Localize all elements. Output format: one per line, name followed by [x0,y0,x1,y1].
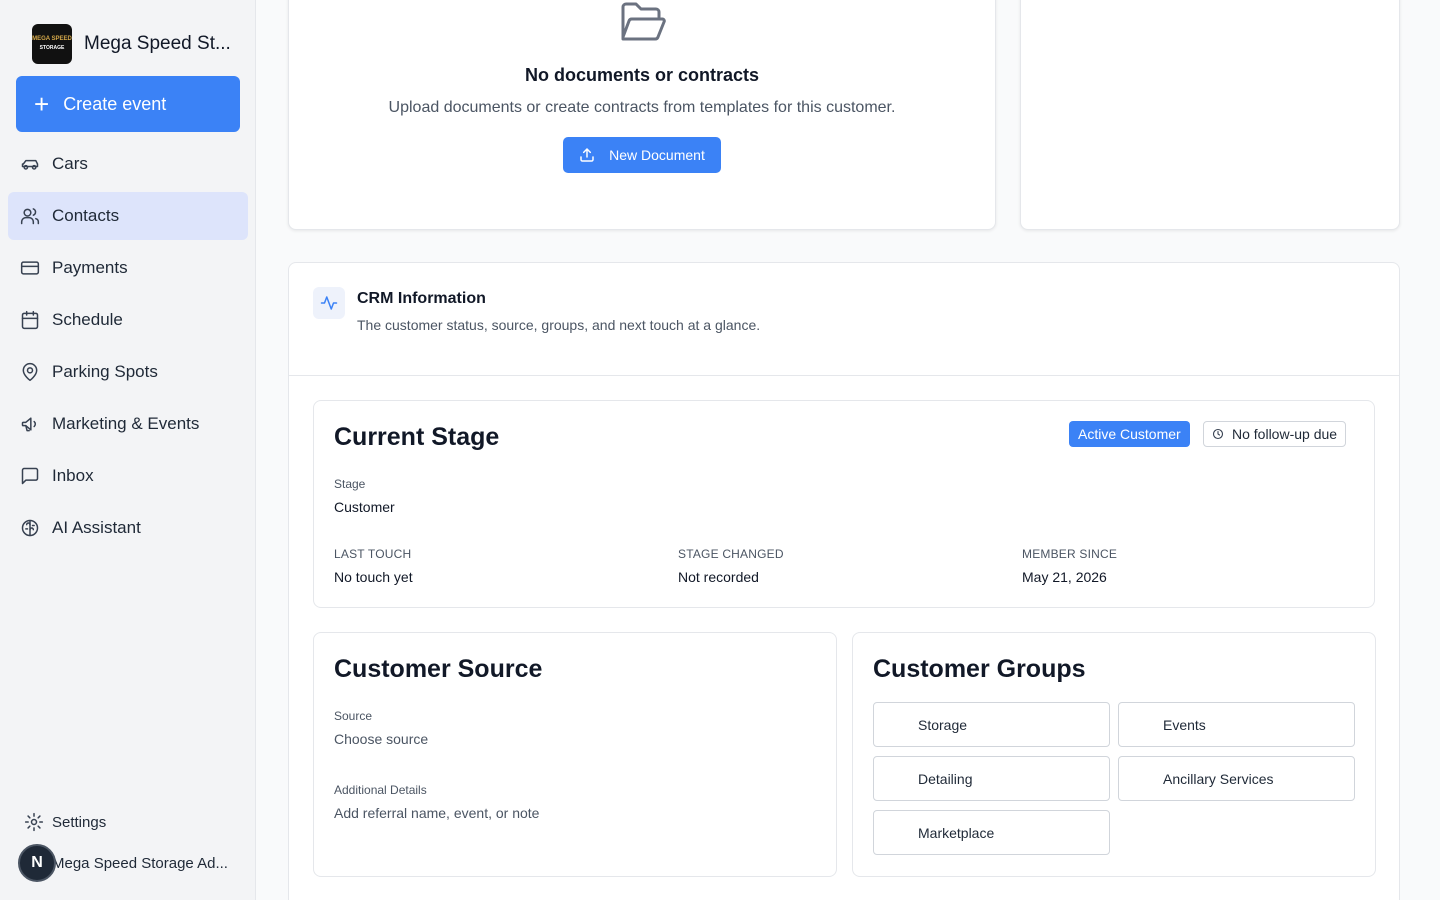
empty-state-title: No documents or contracts [524,65,760,85]
folder-open-icon [621,2,666,41]
credit-card-icon [20,261,40,275]
plus-icon: + [34,89,50,119]
megaphone-icon [21,417,37,432]
message-square-icon [21,467,39,485]
new-document-label: New Document [609,147,705,163]
sidebar-item-schedule[interactable]: Schedule [8,296,248,344]
sidebar-item-label: Payments [52,258,128,277]
group-option-events[interactable]: Events [1118,702,1355,747]
customer-source-card: Customer Source Source Choose source Add… [313,632,837,877]
followup-badge: No follow-up due [1203,421,1347,447]
customer-groups-card: Customer Groups Storage Events Detailing… [852,632,1376,877]
sidebar: MEGA SPEED STORAGE Mega Speed St... + Cr… [0,0,256,900]
brand-logo: MEGA SPEED STORAGE [32,24,72,64]
member-since-value: May 21, 2026 [1022,569,1107,585]
car-icon [21,159,39,170]
source-select[interactable]: Choose source [334,731,428,747]
avatar: N [18,844,56,882]
sidebar-item-ai-assistant[interactable]: AI Assistant [8,504,248,552]
stage-changed-value: Not recorded [678,569,759,585]
group-option-storage[interactable]: Storage [873,702,1110,747]
new-document-button[interactable]: New Document [563,137,721,173]
member-since-label: MEMBER SINCE [1022,547,1118,561]
sidebar-item-contacts[interactable]: Contacts [8,192,248,240]
sidebar-item-label: Parking Spots [52,362,158,381]
customer-groups-heading: Customer Groups [873,655,1086,683]
crm-title: CRM Information [357,290,486,307]
activity-icon [313,287,345,319]
sidebar-item-payments[interactable]: Payments [8,244,248,292]
group-option-ancillary-services[interactable]: Ancillary Services [1118,756,1355,801]
sidebar-item-inbox[interactable]: Inbox [8,452,248,500]
current-stage-card: Current Stage Active Customer No follow-… [313,400,1375,608]
users-icon [20,208,40,225]
map-pin-icon [22,362,38,382]
settings-link[interactable]: Settings [24,812,106,832]
side-panel-card [1020,0,1400,230]
sidebar-item-parking-spots[interactable]: Parking Spots [8,348,248,396]
empty-state-description: Upload documents or create contracts fro… [388,99,896,116]
calendar-icon [21,310,39,330]
followup-label: No follow-up due [1232,426,1338,442]
details-label: Additional Details [334,783,427,797]
sidebar-item-label: Cars [52,154,88,173]
create-event-button[interactable]: + Create event [16,76,240,132]
last-touch-value: No touch yet [334,569,413,585]
sidebar-item-marketing-events[interactable]: Marketing & Events [8,400,248,448]
source-label: Source [334,709,373,723]
documents-card: No documents or contracts Upload documen… [288,0,996,230]
sidebar-nav: Cars Contacts Payments Schedule Parking … [8,140,248,556]
brand-name: Mega Speed St... [84,33,231,54]
upload-icon [580,148,594,162]
details-input[interactable]: Add referral name, event, or note [334,805,539,821]
crm-header: CRM Information The customer status, sou… [289,263,1399,376]
sidebar-item-label: AI Assistant [52,518,141,537]
group-option-detailing[interactable]: Detailing [873,756,1110,801]
stage-label: Stage [334,477,366,491]
sidebar-item-label: Inbox [52,466,94,485]
group-option-marketplace[interactable]: Marketplace [873,810,1110,855]
brain-icon [21,519,39,537]
user-menu[interactable]: N Mega Speed Storage Ad... [18,844,228,882]
clock-icon [1212,428,1224,440]
settings-label: Settings [52,813,107,831]
gear-icon [24,812,44,832]
sidebar-item-label: Schedule [52,310,123,329]
sidebar-item-label: Contacts [52,206,120,225]
current-stage-heading: Current Stage [334,423,500,451]
user-name: Mega Speed Storage Ad... [52,854,228,872]
create-event-label: Create event [63,93,167,114]
logo-text: MEGA SPEED [32,36,72,42]
brand[interactable]: MEGA SPEED STORAGE Mega Speed St... [32,24,231,64]
sidebar-item-label: Marketing & Events [52,414,200,433]
last-touch-label: LAST TOUCH [334,547,412,561]
status-badge: Active Customer [1069,421,1190,447]
crm-information-card: CRM Information The customer status, sou… [288,262,1400,900]
customer-source-heading: Customer Source [334,655,543,683]
stage-changed-label: STAGE CHANGED [678,547,784,561]
crm-description: The customer status, source, groups, and… [357,317,761,333]
logo-subtext: STORAGE [39,45,65,51]
stage-value: Customer [334,499,395,515]
sidebar-item-cars[interactable]: Cars [8,140,248,188]
